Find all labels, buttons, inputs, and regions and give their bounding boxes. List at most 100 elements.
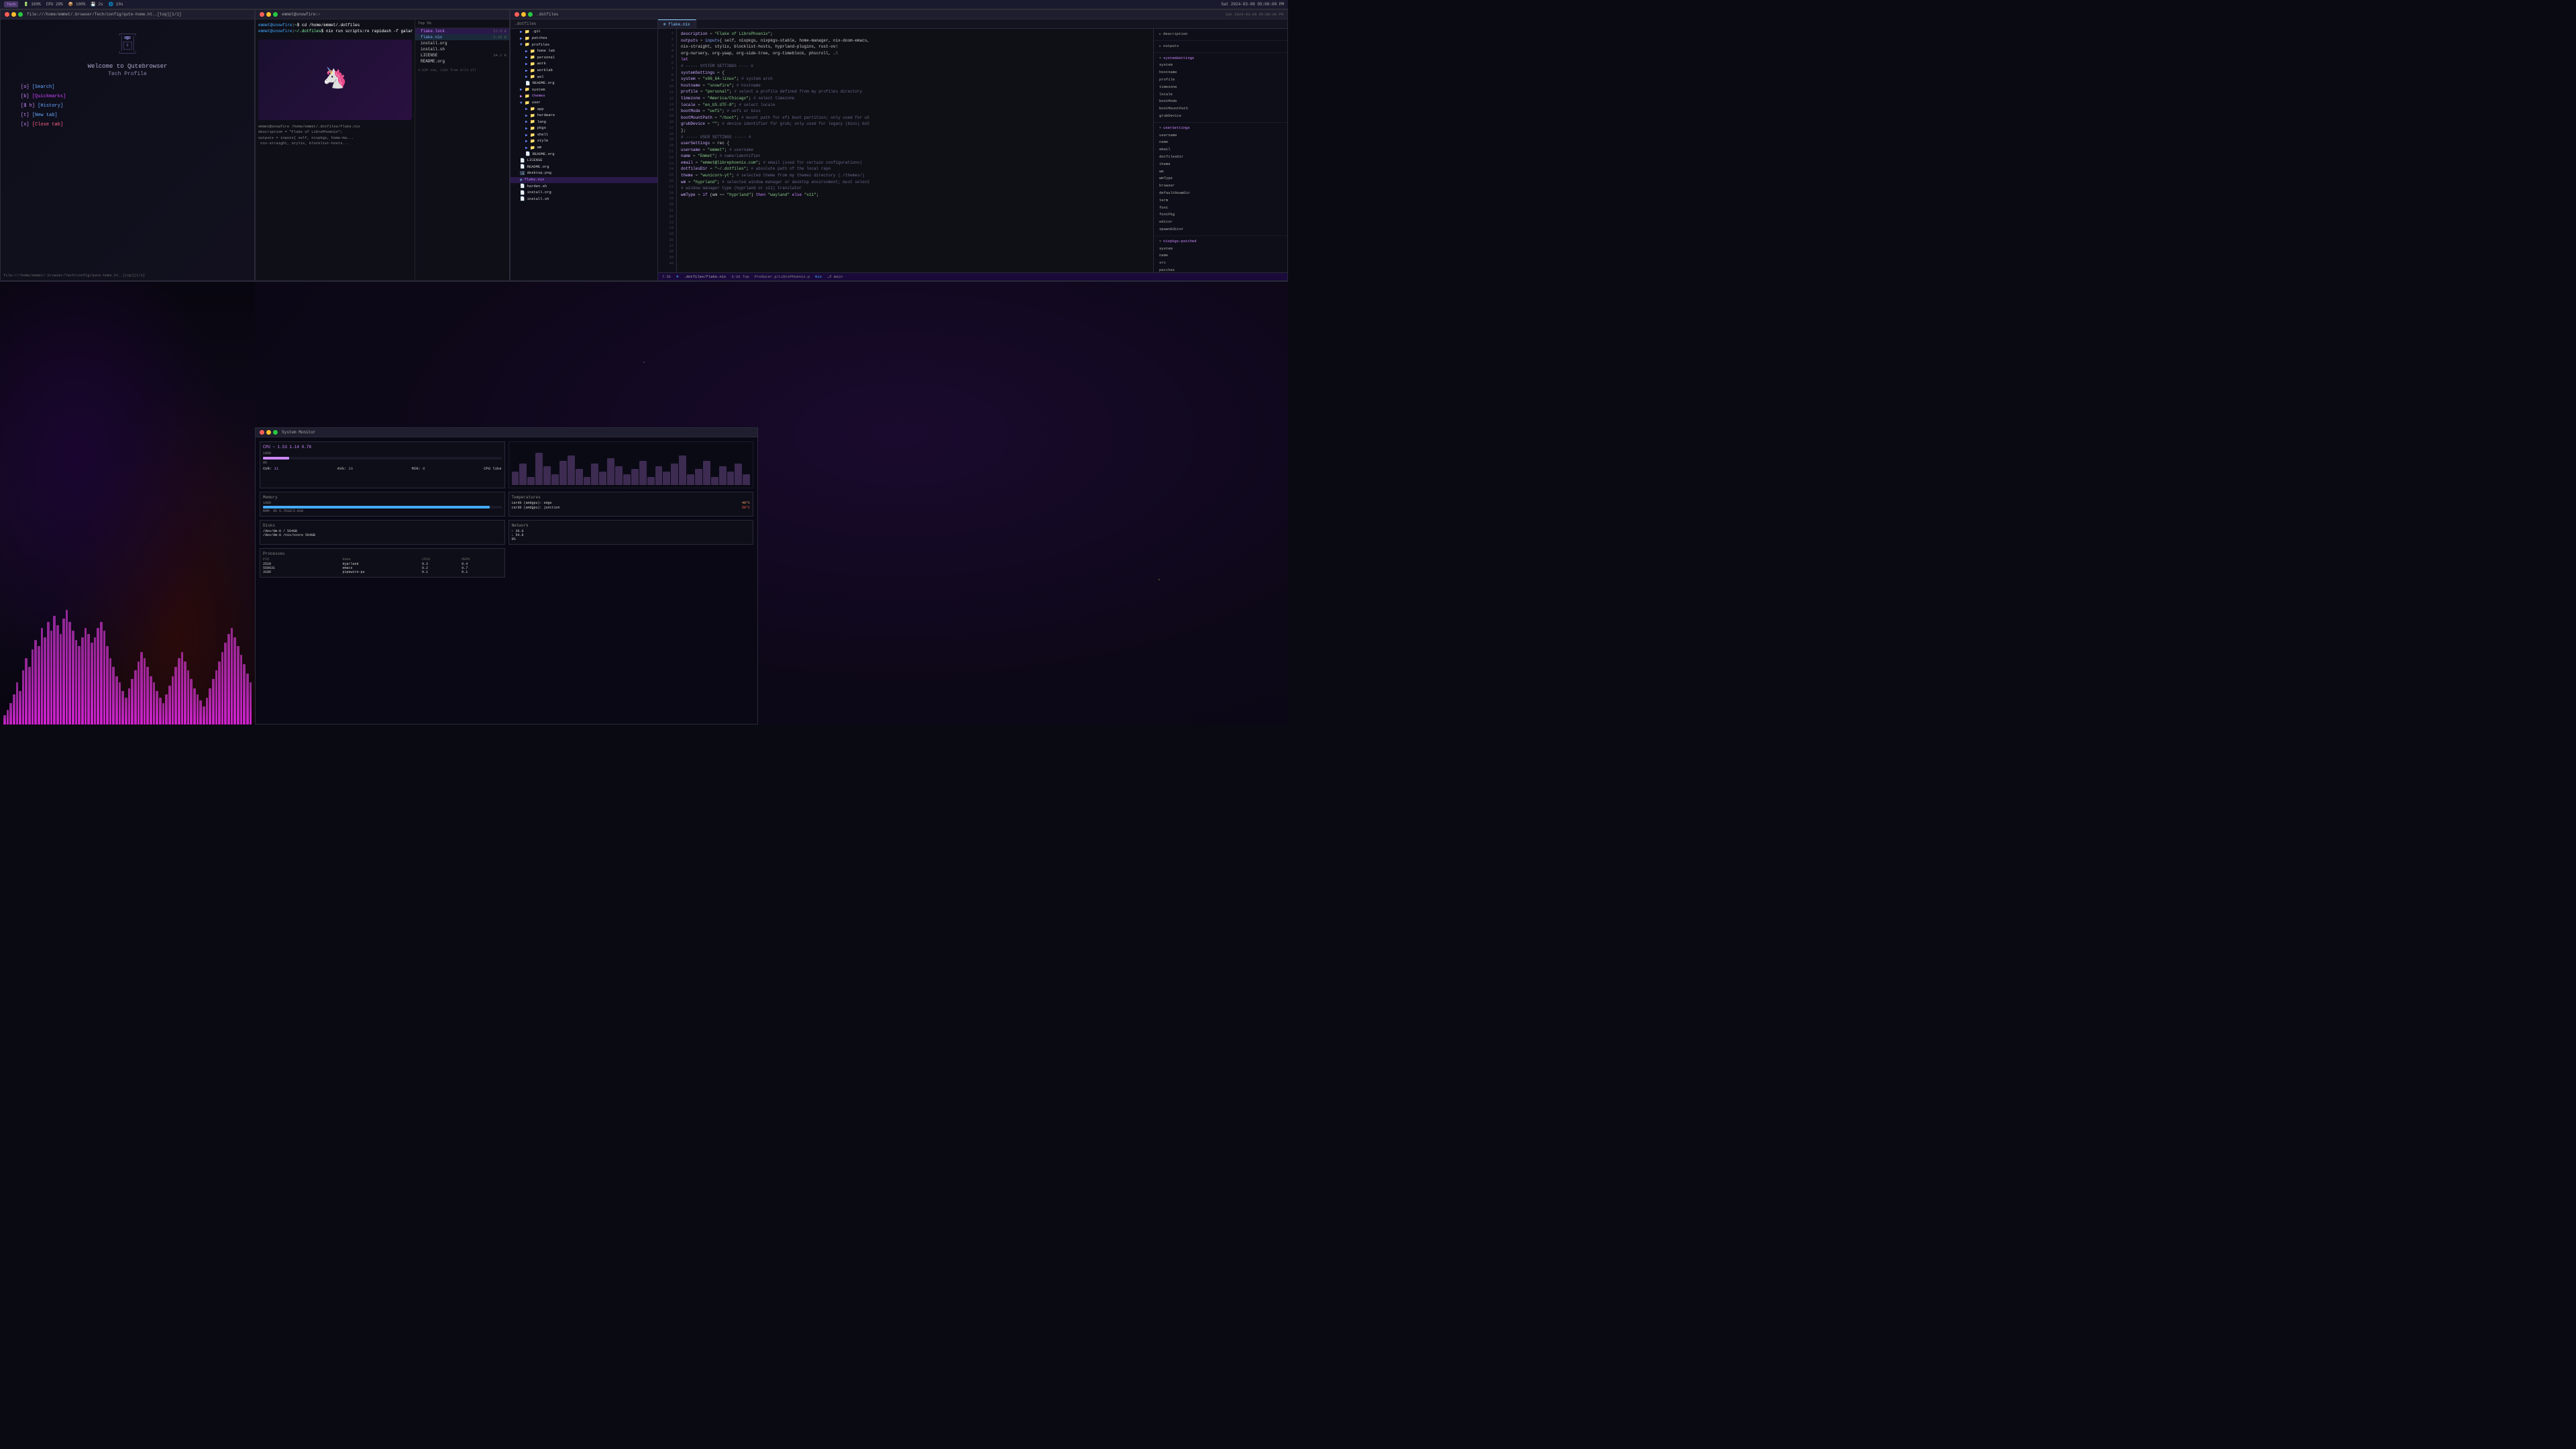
file-tree-readme[interactable]: 📄README.org	[511, 164, 657, 170]
file-tree-flakenix[interactable]: ❄flake.nix	[511, 177, 657, 184]
sidebar-section-nixpkgspatched[interactable]: ▼nixpkgs-patched system name src patches	[1154, 236, 1287, 272]
window-controls-sm[interactable]	[260, 430, 278, 435]
file-tree-git[interactable]: ▶ 📁.git	[511, 29, 657, 36]
sidebar-item-font[interactable]: font	[1158, 205, 1283, 212]
browser-link-quickmarks[interactable]: [b] [Quickmarks]	[21, 92, 234, 101]
file-tree-readmeorg1[interactable]: 📄README.org	[511, 80, 657, 87]
file-item-flakelock[interactable]: flake.lock27.5 K	[415, 28, 509, 34]
sidebar-item-timezone[interactable]: timezone	[1158, 84, 1283, 91]
sidebar-item-nixpkgspatched[interactable]: ▼nixpkgs-patched	[1158, 238, 1283, 246]
terminal-pane[interactable]: emmet@snowfire:~$ cd /home/emmet/.dotfil…	[256, 19, 415, 280]
file-tree-readmeorg2[interactable]: 📄README.org	[511, 151, 657, 158]
file-tree-hardware[interactable]: ▶ 📁hardware	[511, 113, 657, 119]
sidebar-item-spawneditor[interactable]: spawnEditor	[1158, 226, 1283, 233]
file-item-flakenix[interactable]: flake.nix2.26 K	[415, 34, 509, 40]
close-button-2[interactable]	[260, 12, 264, 17]
file-tree-hardensh[interactable]: 📄harden.sh	[511, 183, 657, 190]
file-tree-user[interactable]: ▼ 📁user	[511, 100, 657, 107]
file-tree-license[interactable]: 📄LICENSE	[511, 158, 657, 164]
browser-link-close[interactable]: [x] [Close tab]	[21, 120, 234, 129]
sidebar-item-np-src[interactable]: src	[1158, 260, 1283, 267]
close-button[interactable]	[5, 12, 9, 17]
sidebar-item-defaultroamdir[interactable]: defaultRoamDir	[1158, 190, 1283, 197]
eq-bar	[246, 674, 249, 724]
file-tree-pkgs[interactable]: ▶ 📁pkgs	[511, 125, 657, 132]
minimize-button[interactable]	[11, 12, 16, 17]
file-item-installsh[interactable]: install.sh	[415, 46, 509, 52]
eq-bar	[56, 625, 59, 724]
minimize-button-sm[interactable]	[266, 430, 271, 435]
window-controls-2[interactable]	[260, 12, 278, 17]
eq-bar	[231, 628, 233, 724]
sidebar-item-bootmountpath[interactable]: bootMountPath	[1158, 105, 1283, 113]
code-content[interactable]: description = "Flake of LibrePhoenix"; o…	[677, 29, 1153, 272]
sidebar-item-systemsettings[interactable]: ▼systemSettings	[1158, 55, 1283, 62]
sidebar-item-bootmode[interactable]: bootMode	[1158, 98, 1283, 105]
file-tree-wsl[interactable]: ▶ 📁wsl	[511, 74, 657, 80]
sidebar-item-username[interactable]: username	[1158, 132, 1283, 140]
sidebar-section-description[interactable]: ▶description	[1154, 29, 1287, 41]
file-tree-wm[interactable]: ▶ 📁wm	[511, 145, 657, 152]
file-tree-style[interactable]: ▶ 📁style	[511, 138, 657, 145]
sidebar-item-browser[interactable]: browser	[1158, 182, 1283, 190]
sidebar-item-system[interactable]: system	[1158, 62, 1283, 69]
sidebar-item-locale[interactable]: locale	[1158, 91, 1283, 99]
sidebar-item-description[interactable]: ▶description	[1158, 31, 1283, 38]
window-controls[interactable]	[5, 12, 23, 17]
maximize-button-sm[interactable]	[273, 430, 278, 435]
sidebar-item-term[interactable]: term	[1158, 197, 1283, 205]
file-tree-shell[interactable]: ▶ 📁shell	[511, 132, 657, 139]
eq-bar	[159, 698, 162, 724]
file-tree-app[interactable]: ▶ 📁app	[511, 106, 657, 113]
file-tree-installsh[interactable]: 📄install.sh	[511, 196, 657, 203]
sidebar-item-editor[interactable]: editor	[1158, 219, 1283, 226]
sidebar-item-np-patches[interactable]: patches	[1158, 267, 1283, 272]
sidebar-item-outputs[interactable]: ▶outputs	[1158, 43, 1283, 50]
sidebar-section-usersettings[interactable]: ▼userSettings username name email dotfil…	[1154, 123, 1287, 236]
file-tree-system[interactable]: ▶ 📁system	[511, 87, 657, 93]
maximize-button-2[interactable]	[273, 12, 278, 17]
maximize-button[interactable]	[18, 12, 23, 17]
browser-link-search[interactable]: [o] [Search]	[21, 83, 234, 92]
sidebar-item-fontpkg[interactable]: fontPkg	[1158, 211, 1283, 219]
close-button-3[interactable]	[515, 12, 519, 17]
sidebar-item-np-system[interactable]: system	[1158, 246, 1283, 253]
sidebar-item-email[interactable]: email	[1158, 146, 1283, 154]
sidebar-item-wm[interactable]: wm	[1158, 168, 1283, 176]
minimize-button-3[interactable]	[521, 12, 526, 17]
file-tree-homelab[interactable]: ▶ 📁home lab	[511, 48, 657, 55]
minimize-button-2[interactable]	[266, 12, 271, 17]
sidebar-item-name[interactable]: name	[1158, 139, 1283, 146]
sidebar-item-profile[interactable]: profile	[1158, 76, 1283, 84]
code-file-tree[interactable]: ▶ 📁.git ▶ 📁patches ▼ 📁profiles ▶ 📁home l…	[511, 29, 657, 280]
sidebar-section-systemsettings[interactable]: ▼systemSettings system hostname profile …	[1154, 53, 1287, 123]
wm-tag[interactable]: Tech	[4, 1, 18, 7]
browser-link-newtab[interactable]: [t] [New tab]	[21, 111, 234, 120]
sidebar-item-hostname[interactable]: hostname	[1158, 69, 1283, 76]
eq-bar	[53, 616, 56, 724]
file-tree-themes[interactable]: ▶ 📁themes	[511, 93, 657, 100]
browser-link-history[interactable]: [$ h] [History]	[21, 101, 234, 111]
sidebar-item-wmtype[interactable]: wmType	[1158, 175, 1283, 182]
close-button-sm[interactable]	[260, 430, 264, 435]
sidebar-item-theme[interactable]: theme	[1158, 161, 1283, 168]
tab-flakenix[interactable]: ❄ flake.nix	[658, 19, 696, 28]
sidebar-section-outputs[interactable]: ▶outputs	[1154, 41, 1287, 53]
maximize-button-3[interactable]	[528, 12, 533, 17]
file-tree-patches[interactable]: ▶ 📁patches	[511, 36, 657, 42]
file-tree-worklab[interactable]: ▶ 📁worklab	[511, 68, 657, 74]
file-tree-desktop[interactable]: 🖼desktop.png	[511, 170, 657, 177]
window-controls-3[interactable]	[515, 12, 533, 17]
file-item-license[interactable]: LICENSE34.2 K	[415, 52, 509, 58]
sidebar-item-grubdevice[interactable]: grubDevice	[1158, 113, 1283, 120]
sidebar-item-usersettings[interactable]: ▼userSettings	[1158, 125, 1283, 132]
file-item-installorg[interactable]: install.org	[415, 40, 509, 46]
file-tree-profiles[interactable]: ▼ 📁profiles	[511, 42, 657, 48]
file-tree-lang[interactable]: ▶ 📁lang	[511, 119, 657, 125]
sidebar-item-dotfilesdir[interactable]: dotfilesDir	[1158, 154, 1283, 161]
file-tree-installorg[interactable]: 📄install.org	[511, 190, 657, 197]
sidebar-item-np-name[interactable]: name	[1158, 252, 1283, 260]
file-tree-personal[interactable]: ▶ 📁personal	[511, 54, 657, 61]
file-item-readme[interactable]: README.org	[415, 58, 509, 64]
file-tree-work[interactable]: ▶ 📁work	[511, 61, 657, 68]
